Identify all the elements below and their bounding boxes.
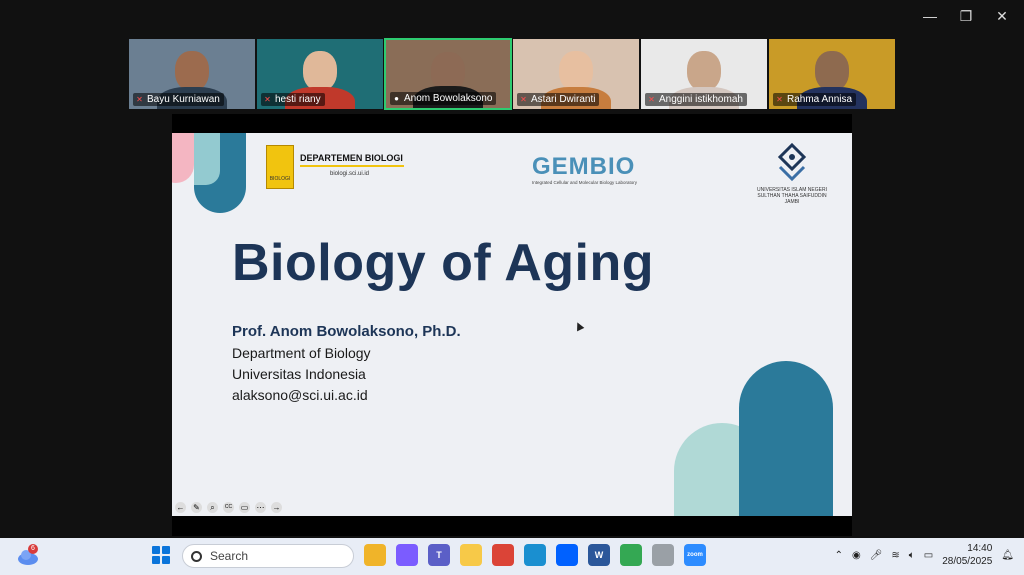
- decorative-shape: [194, 133, 220, 185]
- uin-name: UNIVERSITAS ISLAM NEGERI SULTHAN THAHA S…: [757, 187, 827, 205]
- participant-name: hesti riany: [275, 94, 321, 105]
- settings-icon[interactable]: [652, 544, 674, 566]
- participant-tile[interactable]: ✕ Astari Dwiranti: [512, 38, 640, 110]
- zoom-window: — ❐ ✕ ✕ Bayu Kurniawan ✕ hesti riany ● Anom…: [0, 0, 1024, 538]
- date: 28/05/2025: [942, 556, 993, 567]
- chevron-up-icon[interactable]: ⌃: [835, 550, 843, 561]
- presenter-department: Department of Biology: [232, 345, 371, 361]
- uin-logo-icon: [777, 143, 807, 182]
- volume-icon[interactable]: 🔈︎: [909, 550, 915, 561]
- mic-muted-icon: ✕: [136, 95, 143, 104]
- more-icon[interactable]: ⋯: [255, 502, 266, 513]
- captions-icon[interactable]: CC: [223, 502, 234, 513]
- participant-tile[interactable]: ✕ hesti riany: [256, 38, 384, 110]
- minimize-button[interactable]: —: [912, 4, 948, 28]
- microphone-icon[interactable]: 🎤︎: [870, 550, 883, 561]
- presenter-email: alaksono@sci.ui.ac.id: [232, 387, 368, 403]
- window-controls: — ❐ ✕: [912, 4, 1020, 28]
- mic-muted-icon: ✕: [776, 95, 783, 104]
- network-icon[interactable]: ◉: [852, 550, 861, 561]
- copilot-icon[interactable]: [396, 544, 418, 566]
- dropbox-icon[interactable]: [556, 544, 578, 566]
- dept-name: DEPARTEMEN BIOLOGI: [300, 153, 403, 163]
- close-button[interactable]: ✕: [984, 4, 1020, 28]
- clock[interactable]: 14:40 28/05/2025: [942, 542, 992, 568]
- participant-name: Rahma Annisa: [787, 94, 853, 105]
- edge-icon[interactable]: [524, 544, 546, 566]
- restore-button[interactable]: ❐: [948, 4, 984, 28]
- participant-strip: ✕ Bayu Kurniawan ✕ hesti riany ● Anom Bowol…: [128, 38, 896, 110]
- decorative-shape: [172, 133, 194, 183]
- mic-muted-icon: ✕: [520, 95, 527, 104]
- folder-icon[interactable]: [460, 544, 482, 566]
- mic-icon: ●: [394, 94, 399, 103]
- presentation-slide: BIOLOGI DEPARTEMEN BIOLOGI biologi.sci.u…: [172, 133, 852, 516]
- previous-slide-icon[interactable]: ←: [175, 502, 186, 513]
- presenter-name: Prof. Anom Bowolaksono, Ph.D.: [232, 323, 461, 340]
- decorative-shape: [739, 361, 833, 516]
- search-placeholder: Search: [210, 549, 249, 563]
- presenter-university: Universitas Indonesia: [232, 366, 366, 382]
- dept-url: biologi.sci.ui.id: [330, 171, 370, 177]
- battery-icon[interactable]: ▭: [924, 550, 933, 561]
- divider: [300, 165, 404, 167]
- camera-icon[interactable]: ▭: [239, 502, 250, 513]
- time: 14:40: [967, 543, 993, 554]
- notification-badge: 6: [28, 544, 38, 554]
- participant-tile[interactable]: ✕ Rahma Annisa: [768, 38, 896, 110]
- gembio-logo: GEMBIO: [532, 153, 636, 180]
- presenter-toolbar: ← ✎ ⌕ CC ▭ ⋯ →: [175, 502, 282, 513]
- zoom-icon[interactable]: zoom: [684, 544, 706, 566]
- system-tray: ⌃ ◉ 🎤︎ ≋ 🔈︎ ▭ 14:40 28/05/2025 🔔︎: [835, 542, 1014, 568]
- participant-name: Bayu Kurniawan: [147, 94, 220, 105]
- next-slide-icon[interactable]: →: [271, 502, 282, 513]
- mic-muted-icon: ✕: [264, 95, 271, 104]
- participant-tile[interactable]: ✕ Bayu Kurniawan: [128, 38, 256, 110]
- search-icon: [191, 550, 202, 562]
- search-box[interactable]: Search: [182, 544, 354, 568]
- start-button[interactable]: [152, 546, 170, 564]
- pen-icon[interactable]: ✎: [191, 502, 202, 513]
- participant-name: Anom Bowolaksono: [404, 93, 493, 104]
- file-explorer-icon[interactable]: [364, 544, 386, 566]
- ui-logo: BIOLOGI: [266, 145, 294, 189]
- word-icon[interactable]: W: [588, 544, 610, 566]
- zoom-icon[interactable]: ⌕: [207, 502, 218, 513]
- notification-bell-icon[interactable]: 🔔︎: [1001, 550, 1014, 561]
- teams-icon[interactable]: T: [428, 544, 450, 566]
- mic-muted-icon: ✕: [648, 95, 655, 104]
- slide-title: Biology of Aging: [232, 234, 654, 292]
- participant-tile[interactable]: ✕ Anggini istikhomah: [640, 38, 768, 110]
- wifi-icon[interactable]: ≋: [891, 550, 899, 561]
- participant-name: Anggini istikhomah: [659, 94, 743, 105]
- taskbar-apps: T Wzoom: [364, 544, 706, 566]
- gembio-subtitle: Integrated Cellular and Molecular Biolog…: [532, 180, 638, 185]
- chrome-icon[interactable]: [492, 544, 514, 566]
- chrome-2-icon[interactable]: [620, 544, 642, 566]
- participant-tile-active-speaker[interactable]: ● Anom Bowolaksono: [384, 38, 512, 110]
- participant-name: Astari Dwiranti: [531, 94, 596, 105]
